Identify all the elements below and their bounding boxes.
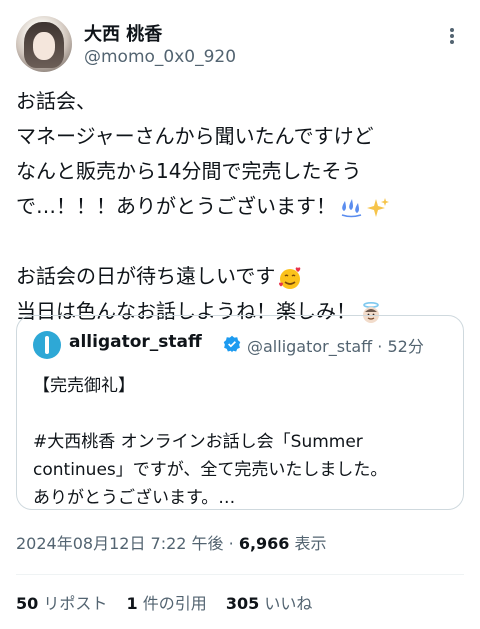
engagement-stats: 50 リポスト 1 件の引用 305 いいね [16,590,326,614]
quote-stat[interactable]: 1 件の引用 [126,594,206,613]
verified-badge-icon [223,335,241,353]
quoted-line: #大西桃香 オンラインお話し会「Summer [33,432,363,452]
tweet-line: お話会、 [16,89,96,113]
sweat-droplets-icon [341,198,362,217]
tweet-line: で…！！！ありがとうございます！ [16,194,336,218]
sparkles-icon [367,197,389,217]
tweet-header: 大西 桃香 @momo_0x0_920 [16,14,464,76]
repost-count: 50 [16,594,39,613]
quoted-line: ありがとうございます。… [33,488,236,508]
author-display-name[interactable]: 大西 桃香 [84,20,162,46]
quoted-author-handle-time[interactable]: @alligator_staff · 52分 [247,333,424,357]
quoted-author-handle[interactable]: @alligator_staff [247,337,372,356]
quoted-line: continues」ですが、全て完売いたしました。 [33,460,388,480]
quoted-line: 【完売御礼】 [33,376,135,396]
tweet-line-with-emoji: で…！！！ありがとうございます！ [16,189,464,224]
tweet-line: マネージャーさんから聞いたんですけど [16,124,374,148]
tweet-line-with-emoji: お話会の日が待ち遠しいです [16,259,464,294]
quoted-timestamp[interactable]: · 52分 [377,337,424,356]
quoted-author-name[interactable]: alligator_staff [69,332,202,352]
tweet-text: お話会、 マネージャーさんから聞いたんですけど なんと販売から14分間で完売した… [16,84,464,329]
repost-label: リポスト [43,594,108,613]
repost-stat[interactable]: 50 リポスト [16,594,107,613]
tweet-line: お話会の日が待ち遠しいです [16,264,276,288]
avatar[interactable] [16,16,72,72]
quoted-tweet-text: 【完売御礼】 #大西桃香 オンラインお話し会「Summer continues」… [33,372,453,512]
view-label: 表示 [294,534,327,553]
like-count: 305 [225,594,260,613]
more-options-icon[interactable] [442,26,462,46]
tweet-datetime[interactable]: 2024年08月12日 7:22 午後 [16,534,224,553]
view-count: 6,966 [238,534,290,553]
divider [16,574,464,575]
author-handle[interactable]: @momo_0x0_920 [84,47,236,67]
quoted-line [33,400,453,428]
tweet-meta: 2024年08月12日 7:22 午後 · 6,966 表示 [16,530,327,554]
meta-separator: · [228,534,234,553]
alligator-logo-icon[interactable] [33,331,61,359]
smiling-face-with-hearts-icon [279,266,301,289]
avatar-face [33,32,55,60]
quoted-tweet-card[interactable]: alligator_staff @alligator_staff · 52分 【… [16,315,464,510]
tweet-line: なんと販売から14分間で完売したそう [16,159,362,183]
like-stat[interactable]: 305 いいね [226,594,313,613]
quote-count: 1 [126,594,138,613]
quote-label: 件の引用 [142,594,207,613]
like-label: いいね [264,594,313,613]
tweet-line [16,224,464,259]
